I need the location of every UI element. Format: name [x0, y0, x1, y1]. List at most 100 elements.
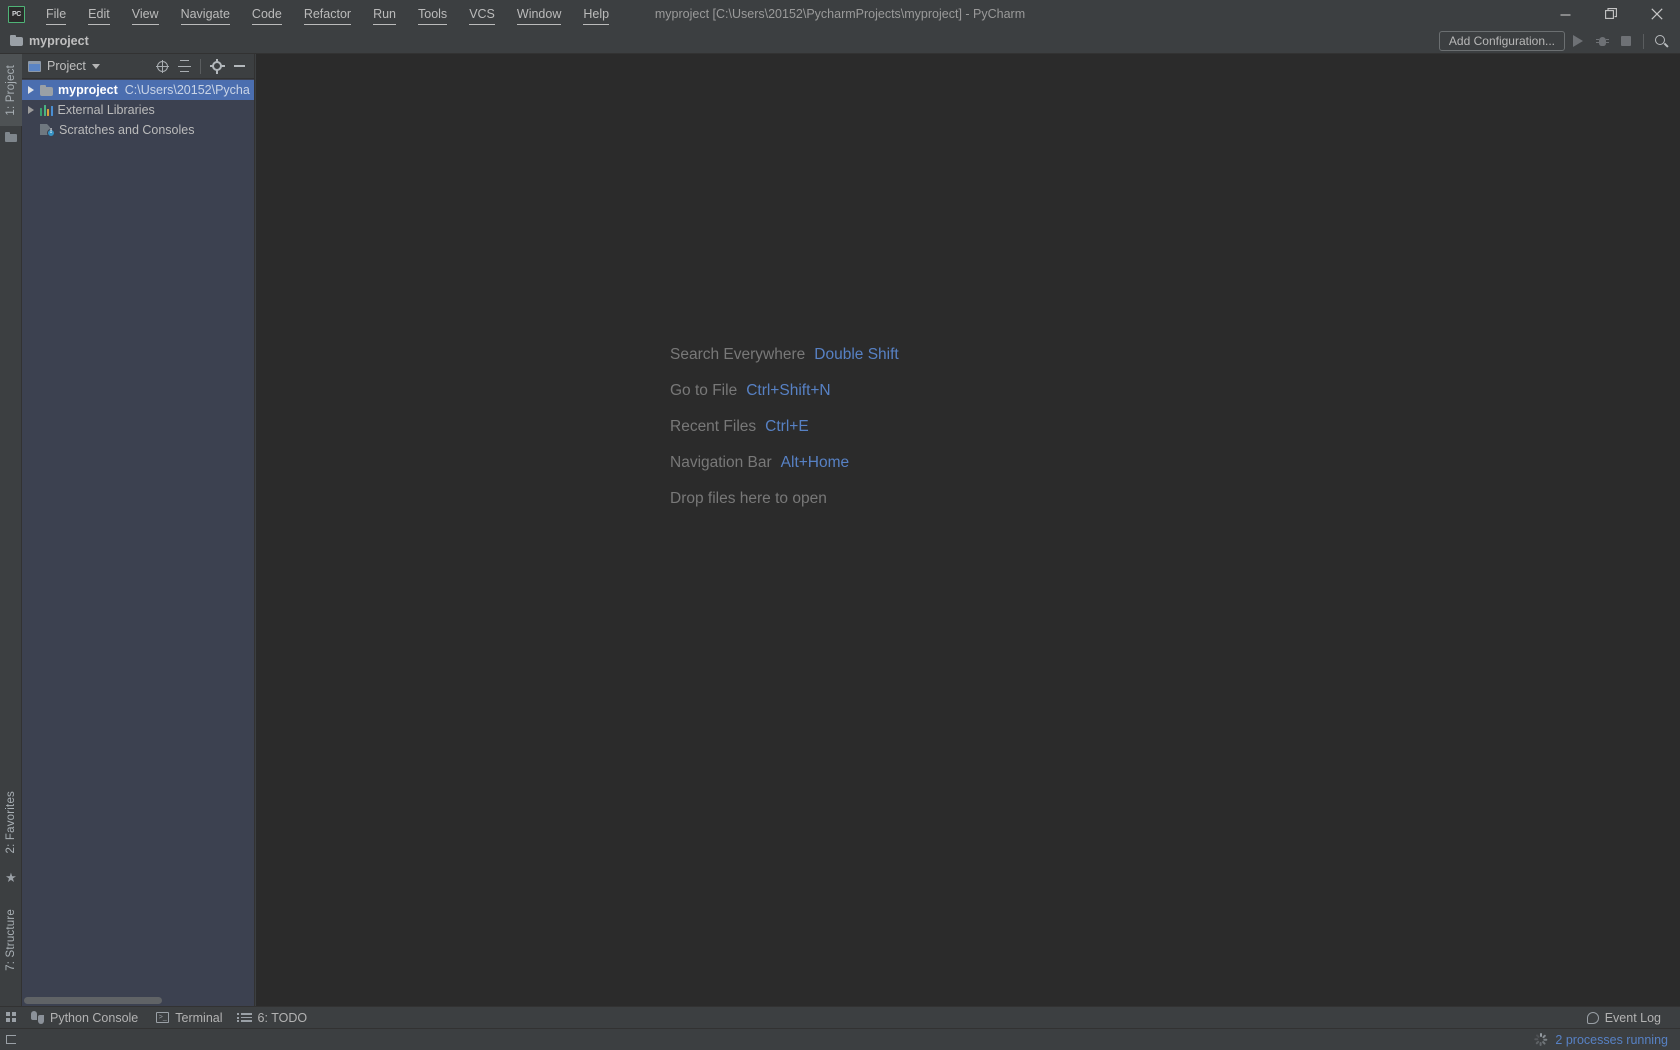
maximize-icon[interactable] — [1588, 0, 1634, 28]
hint-drop-files: Drop files here to open — [670, 490, 899, 526]
show-tool-windows-icon[interactable] — [0, 1007, 22, 1029]
folder-icon — [40, 84, 53, 96]
bottom-tab-terminal[interactable]: >_ Terminal — [147, 1007, 231, 1029]
menu-label-run: Run — [373, 4, 396, 25]
tree-item-label: External Libraries — [57, 103, 155, 117]
project-view-icon — [28, 60, 41, 72]
navigation-bar: myproject Add Configuration... — [0, 28, 1680, 54]
menu-label-window: Window — [516, 4, 562, 25]
menu-label-help: Help — [583, 4, 610, 25]
menu-item-navigate[interactable]: Navigate — [170, 0, 241, 28]
event-log-button[interactable]: Event Log — [1578, 1007, 1670, 1029]
search-everywhere-button[interactable] — [1650, 30, 1672, 52]
menu-label-refactor: Refactor — [303, 4, 352, 25]
progress-spinner-icon — [1534, 1033, 1548, 1046]
bottom-tab-todo[interactable]: 6: TODO — [232, 1007, 317, 1029]
title-bar: File Edit View Navigate Code Refactor Ru… — [0, 0, 1680, 28]
editor-area: Search Everywhere Double Shift Go to Fil… — [256, 54, 1680, 1006]
menu-item-file[interactable]: File — [35, 0, 77, 28]
project-view-selector[interactable]: Project — [28, 59, 100, 73]
terminal-icon: >_ — [156, 1012, 170, 1023]
minimize-icon[interactable] — [1542, 0, 1588, 28]
tree-item-label: Scratches and Consoles — [59, 123, 195, 137]
hint-shortcut: Alt+Home — [780, 454, 850, 471]
menu-item-help[interactable]: Help — [572, 0, 620, 28]
left-tool-stripe: 1: Project 2: Favorites ★ 7: Structure — [0, 54, 22, 1006]
folder-icon — [10, 35, 23, 46]
close-icon[interactable] — [1634, 0, 1680, 28]
menu-label-tools: Tools — [418, 4, 448, 25]
sidebar-label-favorites: 2: Favorites — [5, 790, 17, 854]
hint-label: Navigation Bar — [670, 454, 772, 471]
project-tool-window: Project myproject C:\Users\20152\Pycha E… — [22, 54, 255, 1006]
debug-button[interactable] — [1591, 30, 1613, 52]
libraries-icon — [40, 104, 53, 116]
processes-running-label[interactable]: 2 processes running — [1555, 1033, 1668, 1047]
stop-icon — [1621, 36, 1631, 46]
add-configuration-button[interactable]: Add Configuration... — [1438, 31, 1565, 51]
play-icon — [1573, 35, 1583, 47]
scratches-icon — [40, 124, 55, 137]
hint-label: Drop files here to open — [670, 490, 827, 507]
navbar-actions: Add Configuration... — [1438, 28, 1672, 54]
menu-label-view: View — [131, 4, 159, 25]
tree-item-external-libraries[interactable]: External Libraries — [22, 100, 254, 120]
status-bar-right: 2 processes running — [1534, 1033, 1680, 1047]
menu-bar: File Edit View Navigate Code Refactor Ru… — [35, 0, 620, 28]
sidebar-item-project[interactable]: 1: Project — [0, 54, 22, 126]
breadcrumb[interactable]: myproject — [10, 34, 89, 48]
hide-panel-icon[interactable] — [229, 56, 249, 76]
run-button[interactable] — [1567, 30, 1589, 52]
editor-hints: Search Everywhere Double Shift Go to Fil… — [670, 346, 899, 526]
project-panel-header: Project — [22, 54, 254, 79]
expand-arrow-icon[interactable] — [22, 106, 40, 114]
project-panel-actions — [152, 56, 254, 76]
menu-item-run[interactable]: Run — [362, 0, 407, 28]
toolbar-separator — [1643, 33, 1644, 49]
bug-icon — [1595, 36, 1609, 47]
star-icon: ★ — [5, 869, 17, 885]
event-log-icon — [1586, 1011, 1599, 1024]
bottom-tool-bar: Python Console >_ Terminal 6: TODO Event… — [0, 1006, 1680, 1028]
todo-icon — [236, 1012, 252, 1022]
menu-item-refactor[interactable]: Refactor — [293, 0, 362, 28]
hint-search-everywhere: Search Everywhere Double Shift — [670, 346, 899, 382]
project-tree-hscrollbar[interactable] — [22, 995, 254, 1006]
python-icon — [31, 1011, 44, 1024]
bottom-tab-python-console[interactable]: Python Console — [22, 1007, 147, 1029]
gear-icon[interactable] — [207, 56, 227, 76]
menu-item-code[interactable]: Code — [241, 0, 293, 28]
tree-item-scratches-and-consoles[interactable]: Scratches and Consoles — [22, 120, 254, 140]
menu-item-view[interactable]: View — [121, 0, 170, 28]
locate-in-tree-icon[interactable] — [152, 56, 172, 76]
tree-item-path: C:\Users\20152\Pycha — [124, 83, 250, 97]
expand-arrow-icon[interactable] — [22, 86, 40, 94]
collapse-all-icon[interactable] — [174, 56, 194, 76]
menu-item-edit[interactable]: Edit — [77, 0, 121, 28]
event-log-label: Event Log — [1604, 1010, 1661, 1025]
hint-recent-files: Recent Files Ctrl+E — [670, 418, 899, 454]
sidebar-item-favorites[interactable]: 2: Favorites — [0, 778, 22, 866]
tree-item-label: myproject — [58, 83, 118, 97]
menu-item-vcs[interactable]: VCS — [458, 0, 506, 28]
hint-shortcut: Ctrl+E — [765, 418, 809, 435]
sidebar-item-structure[interactable]: 7: Structure — [0, 892, 22, 988]
chevron-down-icon — [91, 63, 100, 69]
bottom-bar-right: Event Log — [1578, 1007, 1680, 1029]
scrollbar-thumb[interactable] — [24, 997, 162, 1004]
menu-item-window[interactable]: Window — [506, 0, 572, 28]
bottom-tab-label: Terminal — [175, 1010, 223, 1025]
hint-shortcut: Double Shift — [814, 346, 899, 363]
sidebar-label-structure: 7: Structure — [5, 909, 17, 971]
magnifier-icon — [1654, 34, 1669, 48]
tree-item-myproject[interactable]: myproject C:\Users\20152\Pycha — [22, 80, 254, 100]
stop-button[interactable] — [1615, 30, 1637, 52]
bottom-tab-label: 6: TODO — [257, 1010, 308, 1025]
bottom-tab-label: Python Console — [50, 1010, 139, 1025]
toggle-tool-windows-icon[interactable] — [0, 1029, 22, 1050]
sidebar-label-project: 1: Project — [5, 64, 17, 116]
hint-navigation-bar: Navigation Bar Alt+Home — [670, 454, 899, 490]
menu-label-code: Code — [251, 4, 282, 25]
menu-item-tools[interactable]: Tools — [407, 0, 458, 28]
project-panel-title: Project — [47, 59, 86, 73]
